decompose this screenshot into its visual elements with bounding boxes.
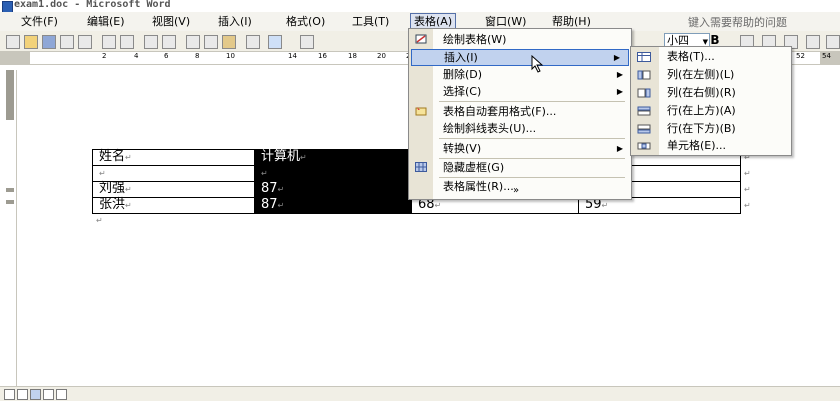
table-cell[interactable]: 姓名↵: [92, 149, 255, 166]
normal-view-icon[interactable]: [4, 389, 15, 400]
menu-window[interactable]: 窗口(W): [482, 14, 529, 29]
pencil-icon: [415, 34, 427, 44]
submenu-item-column-right[interactable]: 列(在右侧)(R): [631, 84, 791, 102]
copy-icon[interactable]: [204, 35, 218, 49]
ruler-tick: 2: [102, 52, 107, 60]
undo-icon[interactable]: [268, 35, 282, 49]
menu-item-autoformat[interactable]: 表格自动套用格式(F)...: [409, 103, 631, 120]
hyperlink-icon[interactable]: [300, 35, 314, 49]
mouse-pointer-icon: [531, 55, 544, 73]
ruler-tick: 14: [288, 52, 297, 60]
outline-view-icon[interactable]: [43, 389, 54, 400]
submenu-item-column-left[interactable]: 列(在左侧)(L): [631, 66, 791, 84]
research-icon[interactable]: [162, 35, 176, 49]
submenu-item-cell[interactable]: 单元格(E)...: [631, 137, 791, 155]
ruler-tick: 6: [164, 52, 169, 60]
status-bar: [0, 386, 840, 401]
menu-item-convert[interactable]: 转换(V) ▶: [409, 140, 631, 157]
table-cell-selected[interactable]: ↵: [254, 165, 412, 182]
grid-icon: [415, 162, 427, 172]
ruler-marker: [6, 200, 14, 204]
web-view-icon[interactable]: [17, 389, 28, 400]
menu-item-diagonal-header[interactable]: 绘制斜线表头(U)...: [409, 120, 631, 137]
menu-view[interactable]: 视图(V): [149, 14, 193, 29]
print-view-icon[interactable]: [30, 389, 41, 400]
ruler-tick: 20: [377, 52, 386, 60]
expand-menu-icon[interactable]: »: [513, 185, 519, 196]
submenu-arrow-icon: ▶: [616, 87, 623, 96]
autoformat-icon: [415, 107, 427, 116]
paste-icon[interactable]: [222, 35, 236, 49]
distribute-icon[interactable]: [806, 35, 820, 49]
menu-item-select[interactable]: 选择(C) ▶: [409, 83, 631, 100]
spelling-icon[interactable]: [144, 35, 158, 49]
table-cell-selected[interactable]: 87↵: [254, 181, 412, 198]
ruler-tick: 54: [822, 52, 831, 60]
table-cell[interactable]: 张洪↵: [92, 197, 255, 214]
bold-button[interactable]: B: [708, 33, 722, 47]
table-menu: 绘制表格(W) 插入(I) ▶ 删除(D) ▶ 选择(C) ▶ 表格自动套用格式…: [408, 28, 632, 200]
menu-format[interactable]: 格式(O): [283, 14, 328, 29]
menu-item-table-properties[interactable]: 表格属性(R)...: [409, 178, 631, 195]
table-icon: [637, 52, 651, 62]
menu-edit[interactable]: 编辑(E): [84, 14, 128, 29]
menu-insert[interactable]: 插入(I): [215, 14, 255, 29]
vertical-ruler[interactable]: [3, 70, 17, 386]
column-right-icon: [637, 88, 651, 98]
menu-file[interactable]: 文件(F): [18, 14, 61, 29]
column-left-icon: [637, 70, 651, 80]
menu-separator: [439, 138, 625, 139]
submenu-arrow-icon: ▶: [616, 144, 623, 153]
menu-help[interactable]: 帮助(H): [549, 14, 594, 29]
row-end-mark: ↵: [744, 201, 751, 210]
title-bar: exam1.doc - Microsoft Word: [0, 0, 840, 13]
submenu-item-row-above[interactable]: 行(在上方)(A): [631, 102, 791, 120]
insert-submenu: 表格(T)... 列(在左侧)(L) 列(在右侧)(R) 行(在上方)(A) 行…: [630, 46, 792, 156]
submenu-arrow-icon: ▶: [613, 53, 620, 62]
cell-icon: [637, 142, 651, 150]
menu-separator: [439, 101, 625, 102]
menu-item-hide-gridlines[interactable]: 隐藏虚框(G): [409, 159, 631, 176]
cut-icon[interactable]: [186, 35, 200, 49]
table-cell[interactable]: 刘强↵: [92, 181, 255, 198]
ruler-tick: 8: [195, 52, 200, 60]
menu-item-draw-table[interactable]: 绘制表格(W): [409, 31, 631, 48]
row-below-icon: [637, 124, 651, 134]
ruler-tick: 4: [134, 52, 139, 60]
row-end-mark: ↵: [744, 169, 751, 178]
save-icon[interactable]: [42, 35, 56, 49]
table-cell-selected[interactable]: 计算机↵: [254, 149, 412, 166]
ruler-tick: 52: [796, 52, 805, 60]
format-painter-icon[interactable]: [246, 35, 260, 49]
ruler-tick: 18: [348, 52, 357, 60]
help-search-input[interactable]: 键入需要帮助的问题: [688, 14, 787, 30]
row-above-icon: [637, 106, 651, 116]
menu-item-delete[interactable]: 删除(D) ▶: [409, 66, 631, 83]
menu-item-insert[interactable]: 插入(I) ▶: [411, 49, 629, 66]
line-spacing-icon[interactable]: [826, 35, 840, 49]
paragraph-mark: ↵: [96, 216, 103, 225]
print-preview-icon[interactable]: [120, 35, 134, 49]
ruler-tick: 16: [318, 52, 327, 60]
window-title: exam1.doc - Microsoft Word: [14, 0, 171, 10]
ruler-tick: 10: [226, 52, 235, 60]
ruler-margin: [6, 70, 14, 120]
reading-view-icon[interactable]: [56, 389, 67, 400]
submenu-item-row-below[interactable]: 行(在下方)(B): [631, 120, 791, 138]
permission-icon[interactable]: [60, 35, 74, 49]
ruler-marker: [6, 188, 14, 192]
email-icon[interactable]: [78, 35, 92, 49]
row-end-mark: ↵: [744, 185, 751, 194]
print-icon[interactable]: [102, 35, 116, 49]
submenu-item-insert-table[interactable]: 表格(T)...: [631, 48, 791, 66]
open-icon[interactable]: [24, 35, 38, 49]
table-cell-selected[interactable]: 87↵: [254, 197, 412, 214]
menu-tools[interactable]: 工具(T): [349, 14, 392, 29]
new-icon[interactable]: [6, 35, 20, 49]
table-cell[interactable]: ↵: [92, 165, 255, 182]
submenu-arrow-icon: ▶: [616, 70, 623, 79]
